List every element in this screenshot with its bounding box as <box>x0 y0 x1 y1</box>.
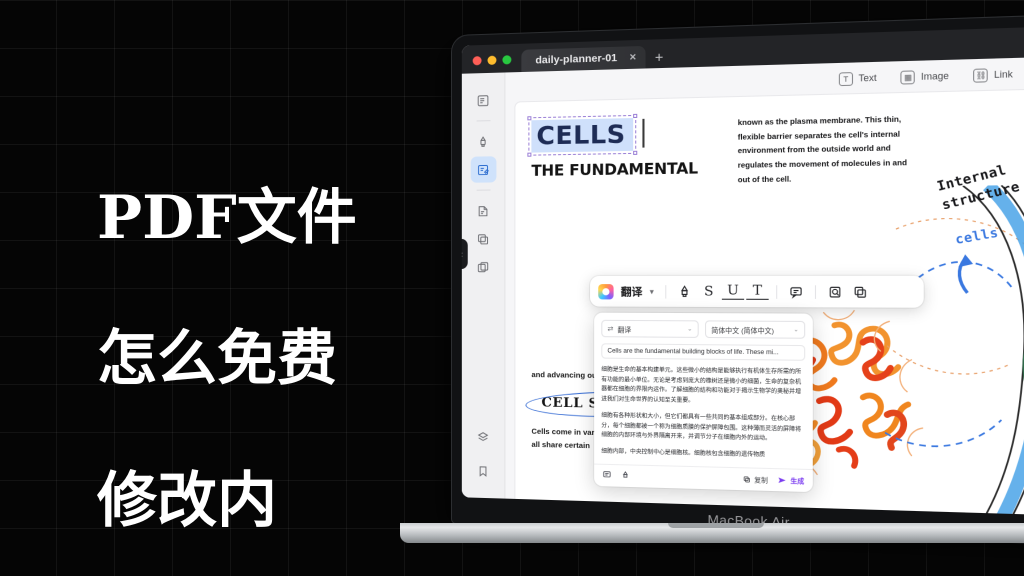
sidebar-item-thumbnails[interactable] <box>470 87 496 114</box>
text-format-icon[interactable]: T <box>746 283 769 300</box>
text-tool-icon: T <box>838 71 853 86</box>
close-window-icon[interactable] <box>472 56 482 66</box>
pen-icon[interactable] <box>621 470 630 482</box>
text-caret <box>642 118 645 148</box>
translated-paragraph: 细胞是生命的基本构建单元。这些微小的结构是能够执行有机体生存所需的所有功能的最小… <box>601 366 802 405</box>
generate-button[interactable]: 生成 <box>777 475 804 485</box>
highlighter-icon[interactable] <box>674 281 696 303</box>
translate-mode-label: 翻译 <box>617 326 632 334</box>
laptop-screen: daily-planner-01 × + T Text ▦ Image ⛓ Li… <box>461 26 1024 516</box>
copy-icon[interactable] <box>849 281 872 303</box>
note-icon[interactable] <box>602 470 611 481</box>
tab-label: daily-planner-01 <box>535 51 618 67</box>
document-subtitle: THE FUNDAMENTAL <box>531 159 698 180</box>
chevron-down-icon[interactable]: ⌄ <box>793 326 798 333</box>
copy-label: 复制 <box>754 476 768 485</box>
target-language-label: 简体中文 (简体中文) <box>711 327 774 335</box>
ai-translate-icon <box>598 283 614 299</box>
sidebar-divider <box>476 120 490 122</box>
document-right-column: known as the plasma membrane. This thin,… <box>738 112 914 187</box>
ink-arrow-annotation <box>949 250 994 295</box>
chevron-down-icon[interactable]: ⌄ <box>687 325 692 332</box>
laptop-base-notch <box>668 523 764 529</box>
document-left-column: CELLS THE FUNDAMENTAL and advancing our … <box>525 113 721 450</box>
pdf-page[interactable]: CELLS THE FUNDAMENTAL and advancing our … <box>515 89 1024 516</box>
translated-paragraph: 细胞内部，中央控制中心是细胞核。细胞核包含细胞的遗传物质 <box>601 448 766 459</box>
toolbar-divider-2 <box>776 284 778 299</box>
floating-format-toolbar[interactable]: 翻译 ▾ S U T <box>590 275 924 308</box>
sidebar-divider-2 <box>476 189 490 191</box>
insert-image-label: Image <box>920 70 949 82</box>
zoom-window-icon[interactable] <box>502 55 512 65</box>
laptop-base <box>399 523 1024 543</box>
generate-label: 生成 <box>790 477 805 486</box>
search-document-icon[interactable] <box>824 281 847 303</box>
translated-paragraph: 细胞有各种形状和大小，但它们都具有一些共同的基本组成部分。在核心部分，每个细胞都… <box>601 412 802 443</box>
toolbar-divider-1 <box>665 284 667 299</box>
insert-link-button[interactable]: ⛓ Link <box>973 67 1013 83</box>
sidebar-item-edit[interactable] <box>470 156 496 183</box>
page-title: PDF文件 怎么免费 修改内 容 ？ <box>97 112 427 576</box>
comment-icon[interactable] <box>785 281 808 303</box>
resize-handle-tl[interactable] <box>527 116 532 121</box>
insert-text-button[interactable]: T Text <box>838 71 877 86</box>
right-paragraph-top: known as the plasma membrane. This thin,… <box>737 114 908 185</box>
translate-selectors-row: ⇄ 翻译 ⌄ 简体中文 (简体中文) ⌄ <box>601 319 806 339</box>
app-body: ‹ T Text ▦ Image ⛓ <box>461 56 1024 516</box>
document-content-area: T Text ▦ Image ⛓ Link CELLS THE FUNDAMEN… <box>505 56 1024 516</box>
image-tool-icon: ▦ <box>900 69 916 85</box>
target-language-select[interactable]: 简体中文 (简体中文) ⌄ <box>705 320 806 339</box>
laptop-mockup: MacBook Air daily-planner-01 × + T Text … <box>399 15 1024 576</box>
headline-line-1: PDF文件 <box>97 182 357 253</box>
link-tool-icon: ⛓ <box>973 67 989 83</box>
translate-label: 翻译 <box>620 285 643 298</box>
translate-icon: ⇄ <box>607 325 614 333</box>
headline-line-2: 怎么免费 <box>97 324 337 395</box>
translate-output: 细胞是生命的基本构建单元。这些微小的结构是能够执行有机体生存所需的所有功能的最小… <box>601 366 805 463</box>
sidebar-bottom-group <box>470 423 496 498</box>
document-title: CELLS <box>536 119 626 151</box>
new-tab-icon[interactable]: + <box>646 48 664 68</box>
traffic-lights[interactable] <box>462 55 522 74</box>
headline-line-3: 修改内 <box>97 465 277 536</box>
sidebar-item-bookmark[interactable] <box>470 457 496 484</box>
minimize-window-icon[interactable] <box>487 55 497 65</box>
insert-link-label: Link <box>993 68 1013 81</box>
translate-source-text[interactable]: Cells are the fundamental building block… <box>601 343 806 361</box>
left-sidebar: ‹ <box>461 72 506 499</box>
send-icon <box>778 477 786 483</box>
insert-image-button[interactable]: ▦ Image <box>900 69 949 85</box>
resize-handle-br[interactable] <box>632 150 638 155</box>
resize-handle-tr[interactable] <box>632 113 638 119</box>
close-icon[interactable]: × <box>625 51 637 64</box>
toolbar-divider-3 <box>814 284 817 299</box>
chevron-down-icon[interactable]: ▾ <box>650 287 654 296</box>
sidebar-item-organize[interactable] <box>470 226 496 252</box>
insert-text-label: Text <box>858 72 877 84</box>
translate-panel-footer: 复制 生成 <box>594 463 813 492</box>
laptop-lid: MacBook Air daily-planner-01 × + T Text … <box>452 15 1024 544</box>
copy-button[interactable]: 复制 <box>744 474 768 484</box>
sidebar-item-ocr[interactable] <box>470 198 496 224</box>
document-title-selection[interactable]: CELLS <box>527 113 645 157</box>
sidebar-collapse-handle[interactable]: ‹ <box>461 238 468 269</box>
underline-icon[interactable]: U <box>721 283 745 300</box>
sidebar-item-annotate[interactable] <box>470 128 496 155</box>
translate-mode-select[interactable]: ⇄ 翻译 ⌄ <box>601 319 699 338</box>
sidebar-item-layers[interactable] <box>470 423 496 450</box>
translate-popup-panel[interactable]: ⇄ 翻译 ⌄ 简体中文 (简体中文) ⌄ Cells are the funda… <box>594 312 813 492</box>
sidebar-item-convert[interactable] <box>470 254 496 280</box>
strikethrough-icon[interactable]: S <box>698 281 720 303</box>
resize-handle-bl[interactable] <box>527 152 532 157</box>
